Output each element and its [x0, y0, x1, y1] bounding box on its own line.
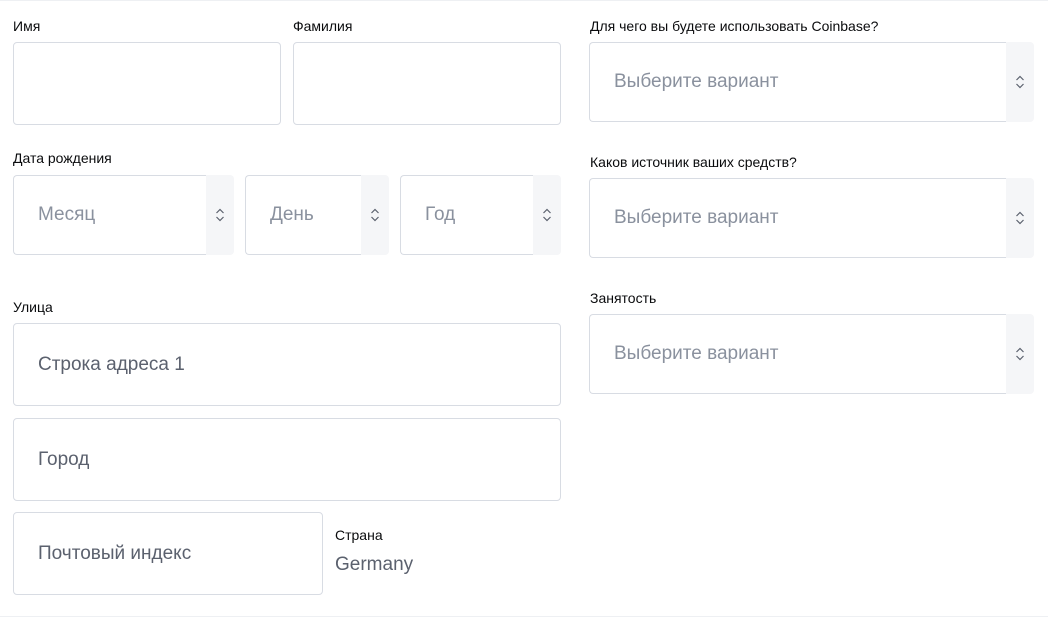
- last-name-label: Фамилия: [293, 18, 353, 34]
- last-name-input[interactable]: [294, 43, 560, 124]
- usage-arrow[interactable]: [1006, 42, 1034, 122]
- dob-year-arrow[interactable]: [533, 175, 561, 255]
- dob-month-arrow[interactable]: [206, 175, 234, 255]
- street-label: Улица: [13, 299, 53, 315]
- dob-label: Дата рождения: [13, 150, 112, 166]
- usage-label: Для чего вы будете использовать Coinbase…: [590, 18, 879, 34]
- employment-label: Занятость: [590, 290, 657, 306]
- address-line1-wrapper: [13, 323, 561, 406]
- dob-day-placeholder: День: [270, 204, 314, 225]
- postal-code-wrapper: [13, 512, 323, 595]
- postal-code-input[interactable]: [14, 513, 322, 594]
- last-name-field-wrapper: [293, 42, 561, 125]
- employment-select[interactable]: Выберите вариант: [589, 314, 1034, 394]
- chevron-up-down-icon: [543, 208, 551, 222]
- usage-select[interactable]: Выберите вариант: [589, 42, 1034, 122]
- city-wrapper: [13, 418, 561, 501]
- dob-month-box[interactable]: Месяц: [13, 175, 206, 255]
- chevron-up-down-icon: [1016, 347, 1024, 361]
- funds-select[interactable]: Выберите вариант: [589, 178, 1034, 258]
- dob-month-placeholder: Месяц: [38, 204, 96, 225]
- country-label: Страна: [335, 527, 383, 543]
- dob-year-placeholder: Год: [425, 204, 456, 225]
- dob-month-select[interactable]: Месяц: [13, 175, 234, 255]
- chevron-up-down-icon: [216, 208, 224, 222]
- dob-year-select[interactable]: Год: [400, 175, 561, 255]
- dob-year-box[interactable]: Год: [400, 175, 533, 255]
- country-value: Germany: [335, 554, 414, 575]
- funds-box[interactable]: Выберите вариант: [589, 178, 1006, 258]
- funds-placeholder: Выберите вариант: [614, 207, 779, 228]
- usage-box[interactable]: Выберите вариант: [589, 42, 1006, 122]
- employment-arrow[interactable]: [1006, 314, 1034, 394]
- personal-info-form: Имя Фамилия Дата рождения Месяц День Год: [0, 0, 1048, 617]
- dob-day-select[interactable]: День: [245, 175, 389, 255]
- dob-day-box[interactable]: День: [245, 175, 361, 255]
- dob-day-arrow[interactable]: [361, 175, 389, 255]
- city-input[interactable]: [14, 419, 560, 500]
- funds-arrow[interactable]: [1006, 178, 1034, 258]
- employment-box[interactable]: Выберите вариант: [589, 314, 1006, 394]
- funds-label: Каков источник ваших средств?: [590, 154, 797, 170]
- address-line1-input[interactable]: [14, 324, 560, 405]
- first-name-label: Имя: [13, 18, 41, 34]
- first-name-field-wrapper: [13, 42, 281, 125]
- usage-placeholder: Выберите вариант: [614, 71, 779, 92]
- chevron-up-down-icon: [1016, 211, 1024, 225]
- chevron-up-down-icon: [1016, 75, 1024, 89]
- chevron-up-down-icon: [371, 208, 379, 222]
- first-name-input[interactable]: [14, 43, 280, 124]
- employment-placeholder: Выберите вариант: [614, 343, 779, 364]
